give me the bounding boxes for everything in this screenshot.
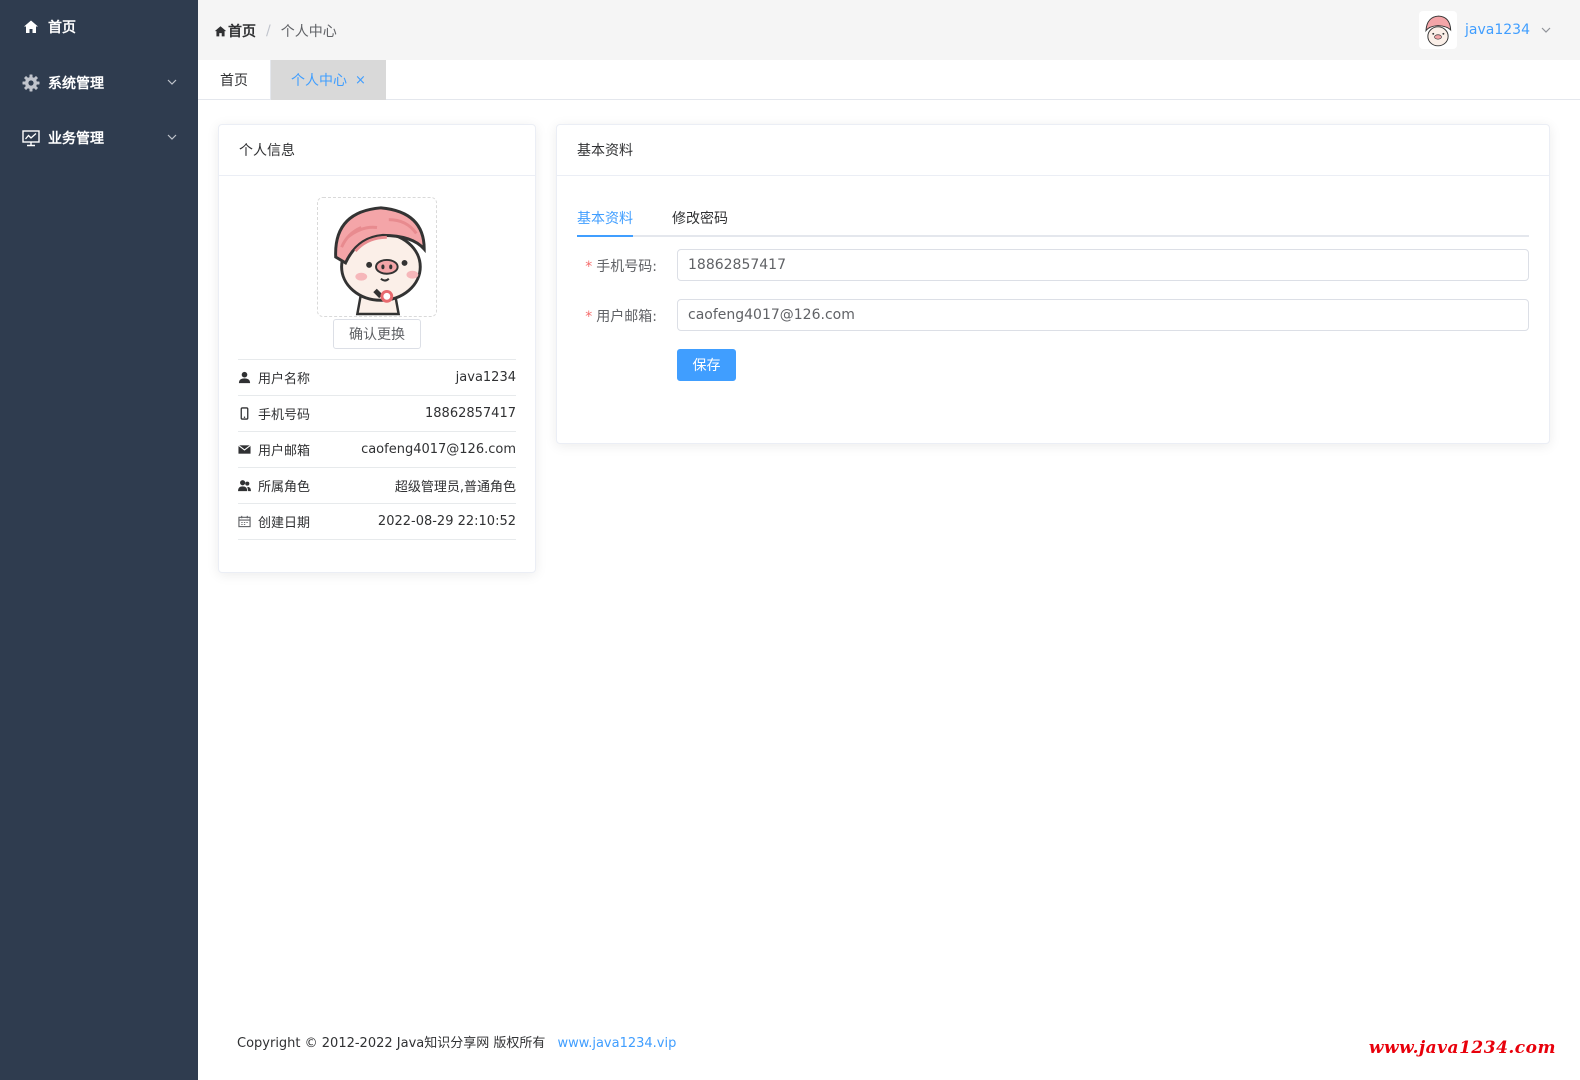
sidebar-item-system[interactable]: 系统管理	[0, 56, 198, 110]
user-dropdown[interactable]: java1234	[1419, 11, 1552, 49]
footer-copyright: Copyright © 2012-2022 Java知识分享网 版权所有	[237, 1036, 546, 1051]
avatar-image	[318, 198, 436, 316]
breadcrumb: 首页 / 个人中心	[214, 21, 337, 41]
avatar-uploader[interactable]	[317, 197, 437, 317]
info-label: 手机号码	[258, 408, 311, 423]
chevron-down-icon	[167, 134, 177, 140]
tab-change-password[interactable]: 修改密码	[672, 208, 728, 228]
required-mark: *	[585, 259, 593, 275]
close-icon[interactable]: ×	[355, 73, 366, 88]
gear-icon	[21, 73, 41, 93]
header: 首页 / 个人中心 java1234	[198, 0, 1580, 60]
info-list: 用户名称 java1234 手机号码 18862857417 用户邮箱 caof…	[238, 359, 516, 540]
basic-card-title: 基本资料	[557, 125, 1549, 176]
profile-card: 个人信息 确认更换 用户名称 java1234 手机号码 18862857417…	[218, 124, 536, 573]
email-field[interactable]	[677, 299, 1529, 331]
tab-label: 首页	[220, 73, 248, 89]
breadcrumb-separator: /	[266, 23, 271, 39]
breadcrumb-home[interactable]: 首页	[214, 21, 256, 41]
list-item: 用户邮箱 caofeng4017@126.com	[238, 432, 516, 468]
home-icon	[21, 17, 41, 37]
phone-label: * 手机号码:	[577, 256, 657, 276]
basic-info-card: 基本资料 基本资料 修改密码 *手机号码: *用户邮箱: 保存	[556, 124, 1550, 444]
email-label: * 用户邮箱:	[577, 306, 657, 326]
watermark: www.java1234.com	[1368, 1038, 1556, 1058]
phone-field[interactable]	[677, 249, 1529, 281]
tab-basic-info[interactable]: 基本资料	[577, 208, 633, 228]
sidebar-item-label: 系统管理	[48, 76, 104, 92]
avatar	[1419, 11, 1458, 49]
tab-home[interactable]: 首页	[198, 60, 271, 100]
info-value: 2022-08-29 22:10:52	[377, 514, 516, 529]
monitor-chart-icon	[21, 128, 41, 148]
tab-profile[interactable]: 个人中心 ×	[271, 60, 386, 100]
info-label: 用户邮箱	[258, 444, 311, 459]
footer: Copyright © 2012-2022 Java知识分享网 版权所有 www…	[237, 1032, 676, 1051]
chevron-down-icon	[1541, 27, 1551, 33]
info-value: java1234	[455, 370, 516, 385]
required-mark: *	[585, 309, 593, 325]
user-name: java1234	[1465, 22, 1530, 38]
breadcrumb-home-label: 首页	[228, 24, 256, 40]
sidebar: 首页 系统管理 业务管理	[0, 0, 198, 1080]
sidebar-item-label: 业务管理	[48, 131, 104, 147]
tab-label: 个人中心	[291, 73, 348, 89]
sidebar-item-home[interactable]: 首页	[0, 0, 198, 54]
confirm-change-button[interactable]: 确认更换	[333, 319, 421, 349]
calendar-icon	[238, 515, 251, 528]
phone-icon	[240, 407, 249, 420]
info-value: caofeng4017@126.com	[361, 442, 516, 457]
email-label-text: 用户邮箱:	[596, 309, 657, 325]
active-tab-indicator	[577, 235, 633, 237]
breadcrumb-current: 个人中心	[280, 24, 337, 40]
users-icon	[238, 480, 251, 492]
email-form-row: * 用户邮箱:	[577, 299, 1529, 331]
profile-card-title: 个人信息	[219, 125, 535, 176]
info-label: 所属角色	[258, 480, 311, 495]
save-button[interactable]: 保存	[677, 349, 736, 381]
info-value: 18862857417	[425, 406, 516, 421]
footer-link[interactable]: www.java1234.vip	[558, 1036, 677, 1051]
info-label: 创建日期	[258, 516, 311, 531]
list-item: 手机号码 18862857417	[238, 396, 516, 432]
user-icon	[238, 371, 251, 384]
info-value: 超级管理员,普通角色	[394, 480, 516, 495]
mail-icon	[238, 444, 251, 454]
form-tabs: 基本资料 修改密码	[577, 201, 1529, 237]
phone-label-text: 手机号码:	[596, 259, 657, 275]
phone-form-row: * 手机号码:	[577, 249, 1529, 281]
tabs-bar: 首页 个人中心 ×	[198, 60, 1580, 100]
sidebar-item-business[interactable]: 业务管理	[0, 111, 198, 165]
home-icon	[214, 25, 227, 36]
sidebar-item-label: 首页	[48, 20, 76, 36]
list-item: 所属角色 超级管理员,普通角色	[238, 468, 516, 504]
chevron-down-icon	[167, 79, 177, 85]
info-label: 用户名称	[258, 372, 311, 387]
list-item: 创建日期 2022-08-29 22:10:52	[238, 504, 516, 540]
list-item: 用户名称 java1234	[238, 360, 516, 396]
